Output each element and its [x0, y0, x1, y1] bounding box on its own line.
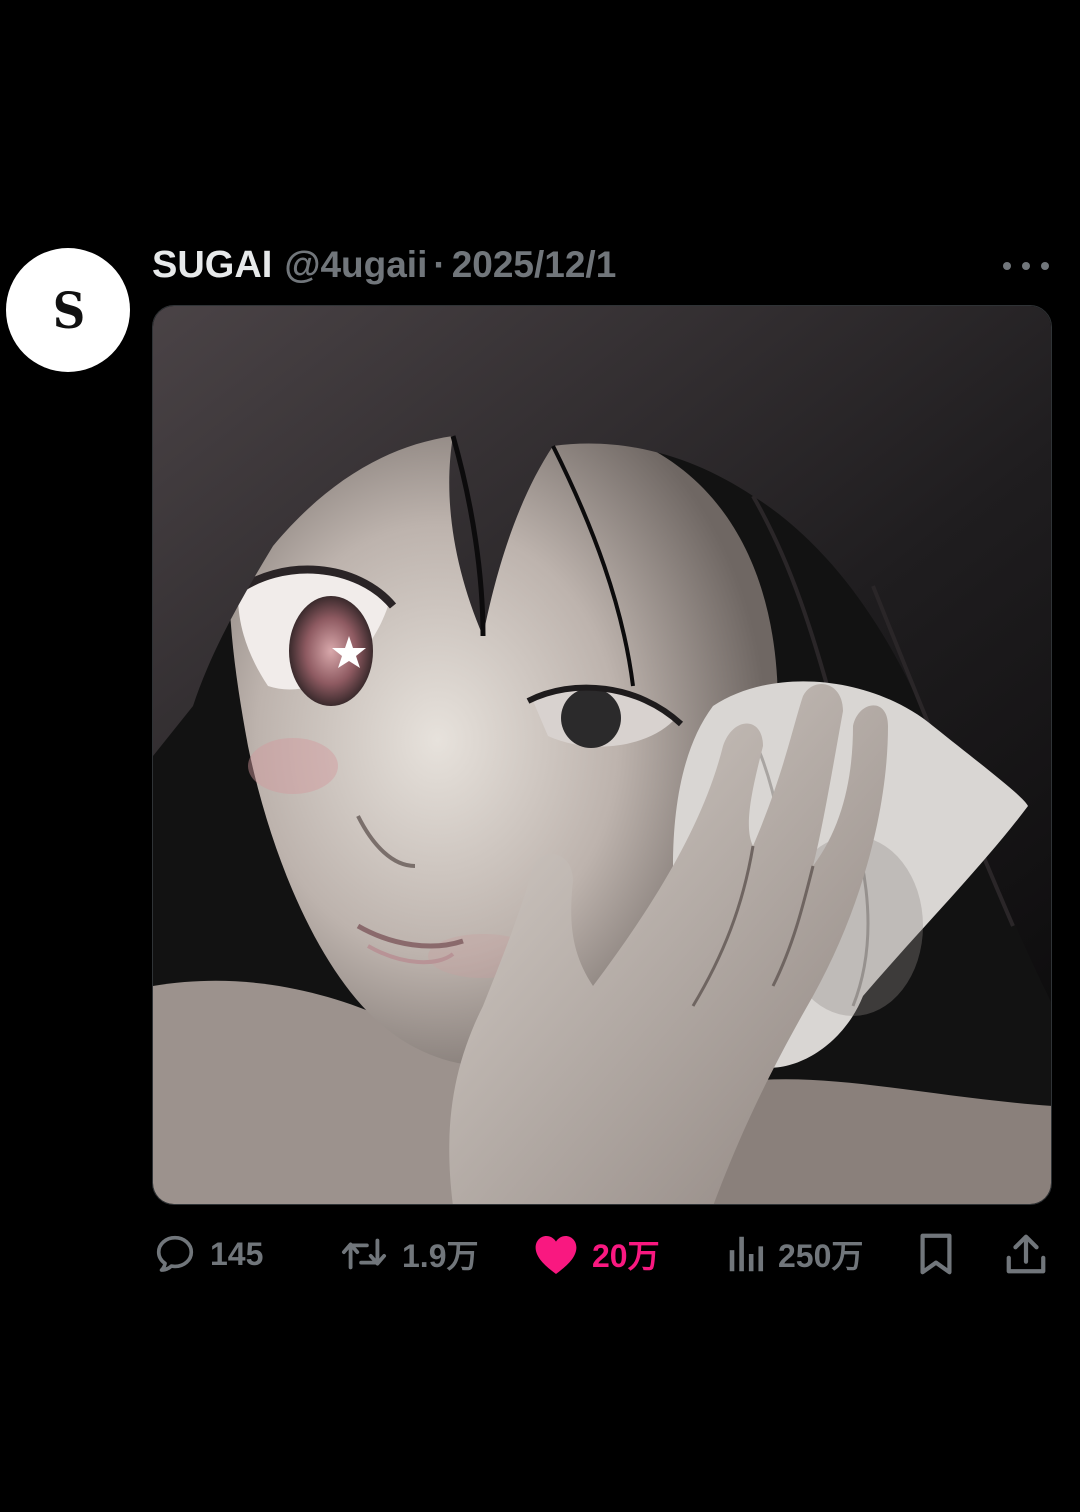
- tweet-media-image[interactable]: [152, 305, 1052, 1205]
- repost-icon: [341, 1238, 387, 1270]
- views-bar-icon: [729, 1236, 764, 1272]
- reply-button[interactable]: 145: [152, 1228, 263, 1280]
- illustration-image: [153, 306, 1051, 1204]
- tweet-date[interactable]: 2025/12/1: [452, 244, 617, 286]
- tweet-card: S SUGAI @4ugaii · 2025/12/1 145 1.9万 20万…: [0, 0, 1080, 1512]
- reply-bubble-icon: [156, 1235, 194, 1272]
- more-dot: [1041, 262, 1049, 270]
- share-icon: [1006, 1234, 1046, 1274]
- avatar[interactable]: S: [6, 248, 130, 372]
- views-count: 250万: [778, 1238, 864, 1274]
- more-dot: [1003, 262, 1011, 270]
- repost-count: 1.9万: [402, 1238, 479, 1274]
- share-button[interactable]: [1004, 1228, 1048, 1280]
- display-name[interactable]: SUGAI: [152, 244, 272, 287]
- avatar-letter: S: [52, 280, 86, 340]
- bookmark-button[interactable]: [916, 1228, 956, 1280]
- tweet-actions: 145 1.9万 20万 250万: [152, 1228, 1052, 1280]
- header-separator: ·: [433, 244, 446, 285]
- heart-icon: [535, 1236, 577, 1274]
- reply-count: 145: [210, 1235, 264, 1272]
- repost-button[interactable]: 1.9万: [338, 1228, 479, 1280]
- like-count: 20万: [592, 1238, 660, 1274]
- like-button[interactable]: 20万: [532, 1228, 660, 1280]
- views-button[interactable]: 250万: [726, 1228, 863, 1280]
- bookmark-icon: [920, 1233, 952, 1275]
- user-handle[interactable]: @4ugaii: [284, 244, 427, 286]
- tweet-header: SUGAI @4ugaii · 2025/12/1: [152, 244, 616, 292]
- more-dot: [1022, 262, 1030, 270]
- more-options-icon[interactable]: [1003, 256, 1049, 276]
